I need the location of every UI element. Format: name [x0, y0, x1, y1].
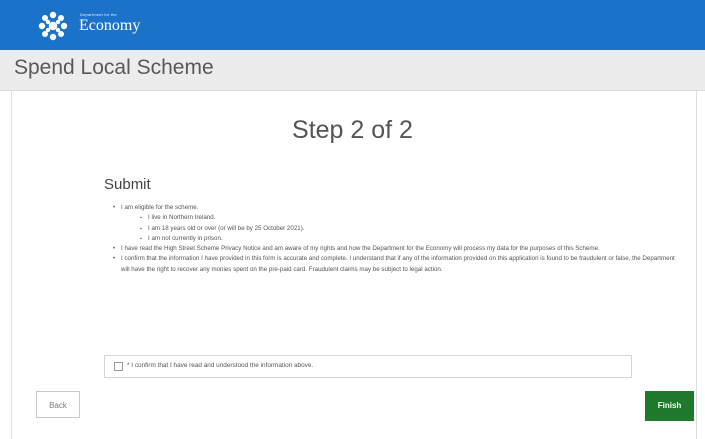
- bullet-age: I am 18 years old or over (or will be by…: [148, 224, 305, 232]
- logo-economy-text: Economy: [79, 17, 141, 34]
- confirm-label[interactable]: * I confirm that I have read and underst…: [127, 362, 313, 369]
- back-button[interactable]: Back: [36, 391, 80, 418]
- list-item: I confirm that the information I have pr…: [112, 254, 682, 275]
- finish-button[interactable]: Finish: [645, 391, 694, 421]
- bullet-prison: I am not currently in prison.: [148, 234, 223, 242]
- list-item: I have read the High Street Scheme Priva…: [112, 244, 682, 255]
- step-title: Step 2 of 2: [292, 116, 413, 144]
- top-header-bar: Department for the Economy: [0, 0, 705, 50]
- confirm-checkbox[interactable]: [114, 362, 123, 371]
- app-title-bar: Spend Local Scheme: [0, 50, 705, 91]
- list-item: I live in Northern Ireland.: [139, 213, 682, 224]
- bullet-eligible: I am eligible for the scheme.: [121, 204, 199, 211]
- list-item: I am 18 years old or over (or will be by…: [139, 224, 682, 235]
- app-title: Spend Local Scheme: [14, 56, 214, 79]
- department-logo-icon[interactable]: [36, 9, 70, 43]
- bullet-accuracy: I confirm that the information I have pr…: [121, 255, 675, 273]
- eligibility-sublist: I live in Northern Ireland. I am 18 year…: [121, 213, 682, 244]
- list-item: I am eligible for the scheme. I live in …: [112, 203, 682, 244]
- list-item: I am not currently in prison.: [139, 234, 682, 245]
- bullet-privacy-notice: I have read the High Street Scheme Priva…: [121, 245, 600, 253]
- declaration-list: I am eligible for the scheme. I live in …: [112, 203, 682, 275]
- bullet-northern-ireland: I live in Northern Ireland.: [148, 214, 216, 222]
- confirm-checkbox-row[interactable]: * I confirm that I have read and underst…: [104, 355, 632, 378]
- submit-heading: Submit: [104, 176, 151, 193]
